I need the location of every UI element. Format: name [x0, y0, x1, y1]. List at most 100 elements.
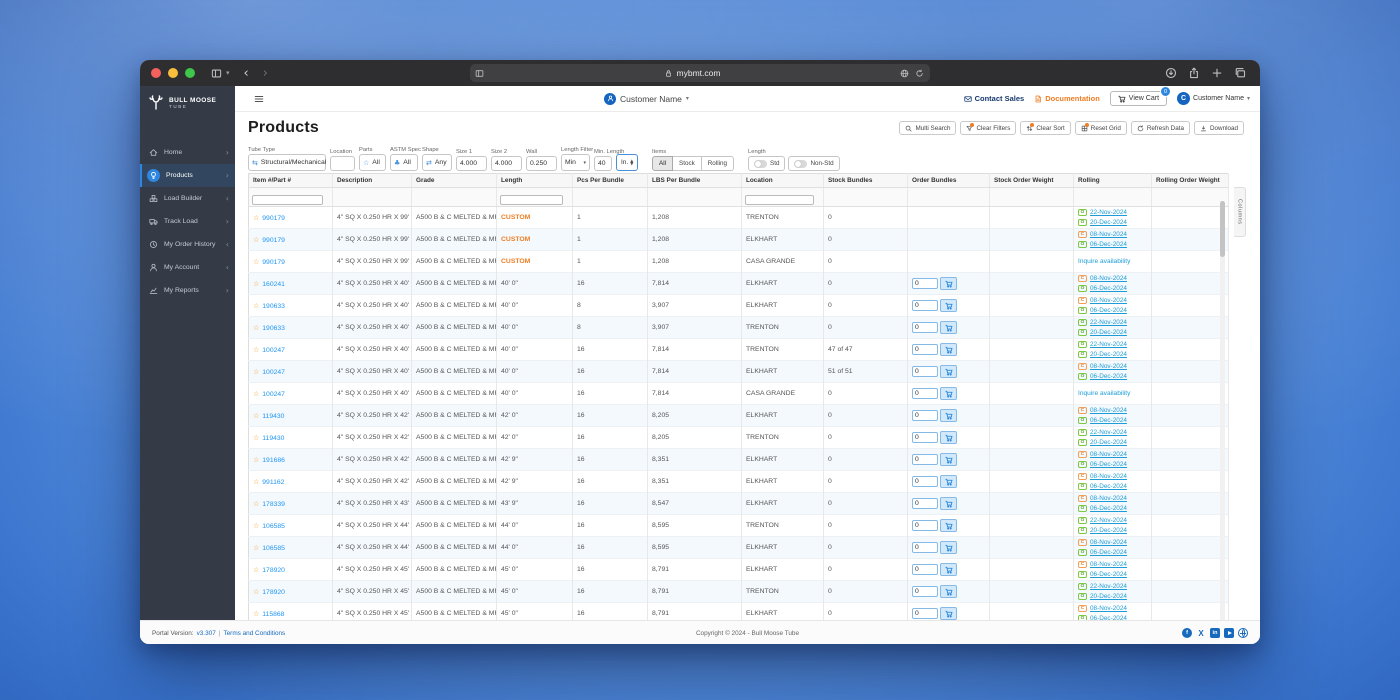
rolling-date-link[interactable]: 20-Dec-2024	[1090, 351, 1127, 358]
item-number-link[interactable]: 119430	[262, 413, 284, 420]
forward-button[interactable]: ›	[263, 67, 268, 80]
x-twitter-icon[interactable]: X	[1196, 628, 1206, 638]
add-to-cart-button[interactable]	[940, 519, 957, 532]
rolling-date-link[interactable]: 22-Nov-2024	[1090, 341, 1127, 348]
back-button[interactable]: ‹	[244, 67, 249, 80]
size2-input[interactable]	[491, 156, 522, 171]
favorite-star-icon[interactable]: ☆	[253, 566, 259, 574]
rolling-date-link[interactable]: 06-Dec-2024	[1090, 285, 1127, 292]
rolling-date-link[interactable]: 22-Nov-2024	[1090, 209, 1127, 216]
add-to-cart-button[interactable]	[940, 343, 957, 356]
item-number-link[interactable]: 160241	[262, 281, 285, 288]
parts-select[interactable]: ☆ All	[359, 154, 386, 171]
rolling-date-link[interactable]: 20-Dec-2024	[1090, 329, 1127, 336]
rolling-date-link[interactable]: 08-Nov-2024	[1090, 473, 1127, 480]
order-bundles-input[interactable]	[912, 586, 938, 597]
column-filter-input-item-part[interactable]	[252, 195, 323, 205]
clear-filters-button[interactable]: Clear Filters	[960, 121, 1017, 135]
favorite-star-icon[interactable]: ☆	[253, 456, 259, 464]
items-option-stock[interactable]: Stock	[673, 156, 702, 171]
column-header-stock-order-weight[interactable]: Stock Order Weight	[989, 173, 1074, 188]
order-bundles-input[interactable]	[912, 564, 938, 575]
favorite-star-icon[interactable]: ☆	[253, 302, 259, 310]
favorite-star-icon[interactable]: ☆	[253, 478, 259, 486]
sidebar-item-load-builder[interactable]: Load Builder ‹	[140, 187, 235, 210]
favorite-star-icon[interactable]: ☆	[253, 280, 259, 288]
scrollbar-thumb[interactable]	[1220, 201, 1225, 257]
customer-menu-label[interactable]: Customer Name	[620, 94, 682, 104]
add-to-cart-button[interactable]	[940, 299, 957, 312]
column-filter-input-location[interactable]	[745, 195, 814, 205]
order-bundles-input[interactable]	[912, 344, 938, 355]
youtube-icon[interactable]	[1224, 628, 1234, 638]
facebook-icon[interactable]: f	[1182, 628, 1192, 638]
order-bundles-input[interactable]	[912, 520, 938, 531]
order-bundles-input[interactable]	[912, 322, 938, 333]
rolling-date-link[interactable]: 08-Nov-2024	[1090, 275, 1127, 282]
favorite-star-icon[interactable]: ☆	[253, 434, 259, 442]
add-to-cart-button[interactable]	[940, 365, 957, 378]
tab-overview-icon[interactable]	[1234, 67, 1246, 79]
column-header-description[interactable]: Description	[332, 173, 412, 188]
item-number-link[interactable]: 991162	[262, 479, 284, 486]
share-icon[interactable]	[1188, 67, 1200, 79]
order-bundles-input[interactable]	[912, 542, 938, 553]
rolling-date-link[interactable]: 22-Nov-2024	[1090, 517, 1127, 524]
favorite-star-icon[interactable]: ☆	[253, 588, 259, 596]
refresh-data-button[interactable]: Refresh Data	[1130, 121, 1190, 135]
wall-input[interactable]	[526, 156, 557, 171]
customer-switcher[interactable]: Customer Name ▾	[604, 92, 689, 105]
sidebar-toggle-icon[interactable]	[211, 68, 222, 79]
menu-toggle-icon[interactable]	[248, 93, 270, 105]
astm-spec-select[interactable]: ♣ All	[390, 154, 418, 171]
rolling-date-link[interactable]: 08-Nov-2024	[1090, 407, 1127, 414]
tube-type-select[interactable]: ⇆ Structural/Mechanical	[248, 154, 326, 171]
add-to-cart-button[interactable]	[940, 497, 957, 510]
sidebar-item-my-account[interactable]: My Account ‹	[140, 256, 235, 279]
multi-search-button[interactable]: Multi Search	[899, 121, 957, 135]
rolling-date-link[interactable]: 20-Dec-2024	[1090, 219, 1127, 226]
terms-link[interactable]: Terms and Conditions	[223, 630, 285, 637]
rolling-date-link[interactable]: 08-Nov-2024	[1090, 363, 1127, 370]
rolling-date-link[interactable]: 08-Nov-2024	[1090, 561, 1127, 568]
inquire-availability-link[interactable]: Inquire availability	[1078, 258, 1151, 265]
column-header-stock-bundles[interactable]: Stock Bundles	[823, 173, 908, 188]
account-menu[interactable]: C Customer Name ▾	[1177, 92, 1250, 105]
column-header-grade[interactable]: Grade	[411, 173, 497, 188]
rolling-date-link[interactable]: 06-Dec-2024	[1090, 373, 1127, 380]
grid-scrollbar[interactable]	[1220, 201, 1225, 623]
item-number-link[interactable]: 178339	[262, 501, 285, 508]
item-number-link[interactable]: 990179	[262, 259, 285, 266]
reader-icon[interactable]	[475, 69, 484, 78]
rolling-date-link[interactable]: 08-Nov-2024	[1090, 451, 1127, 458]
order-bundles-input[interactable]	[912, 498, 938, 509]
add-to-cart-button[interactable]	[940, 607, 957, 620]
item-number-link[interactable]: 100247	[262, 391, 285, 398]
favorite-star-icon[interactable]: ☆	[253, 544, 259, 552]
view-cart-button[interactable]: View Cart 0	[1109, 86, 1172, 106]
favorite-star-icon[interactable]: ☆	[253, 412, 259, 420]
rolling-date-link[interactable]: 08-Nov-2024	[1090, 297, 1127, 304]
favorite-star-icon[interactable]: ☆	[253, 324, 259, 332]
reset-grid-button[interactable]: Reset Grid	[1074, 121, 1127, 135]
favorite-star-icon[interactable]: ☆	[253, 214, 259, 222]
add-to-cart-button[interactable]	[940, 409, 957, 422]
rolling-date-link[interactable]: 06-Dec-2024	[1090, 461, 1127, 468]
item-number-link[interactable]: 990179	[262, 215, 285, 222]
order-bundles-input[interactable]	[912, 432, 938, 443]
rolling-date-link[interactable]: 22-Nov-2024	[1090, 429, 1127, 436]
column-header-lbs-per-bundle[interactable]: LBS Per Bundle	[647, 173, 742, 188]
order-bundles-input[interactable]	[912, 278, 938, 289]
favorite-star-icon[interactable]: ☆	[253, 236, 259, 244]
rolling-date-link[interactable]: 06-Dec-2024	[1090, 417, 1127, 424]
favorite-star-icon[interactable]: ☆	[253, 368, 259, 376]
column-header-order-bundles[interactable]: Order Bundles	[907, 173, 990, 188]
close-window-button[interactable]	[151, 68, 161, 78]
translate-icon[interactable]	[900, 69, 909, 78]
rolling-date-link[interactable]: 20-Dec-2024	[1090, 593, 1127, 600]
rolling-date-link[interactable]: 06-Dec-2024	[1090, 241, 1127, 248]
downloads-icon[interactable]	[1165, 67, 1177, 79]
add-to-cart-button[interactable]	[940, 387, 957, 400]
items-option-rolling[interactable]: Rolling	[701, 156, 735, 171]
favorite-star-icon[interactable]: ☆	[253, 522, 259, 530]
